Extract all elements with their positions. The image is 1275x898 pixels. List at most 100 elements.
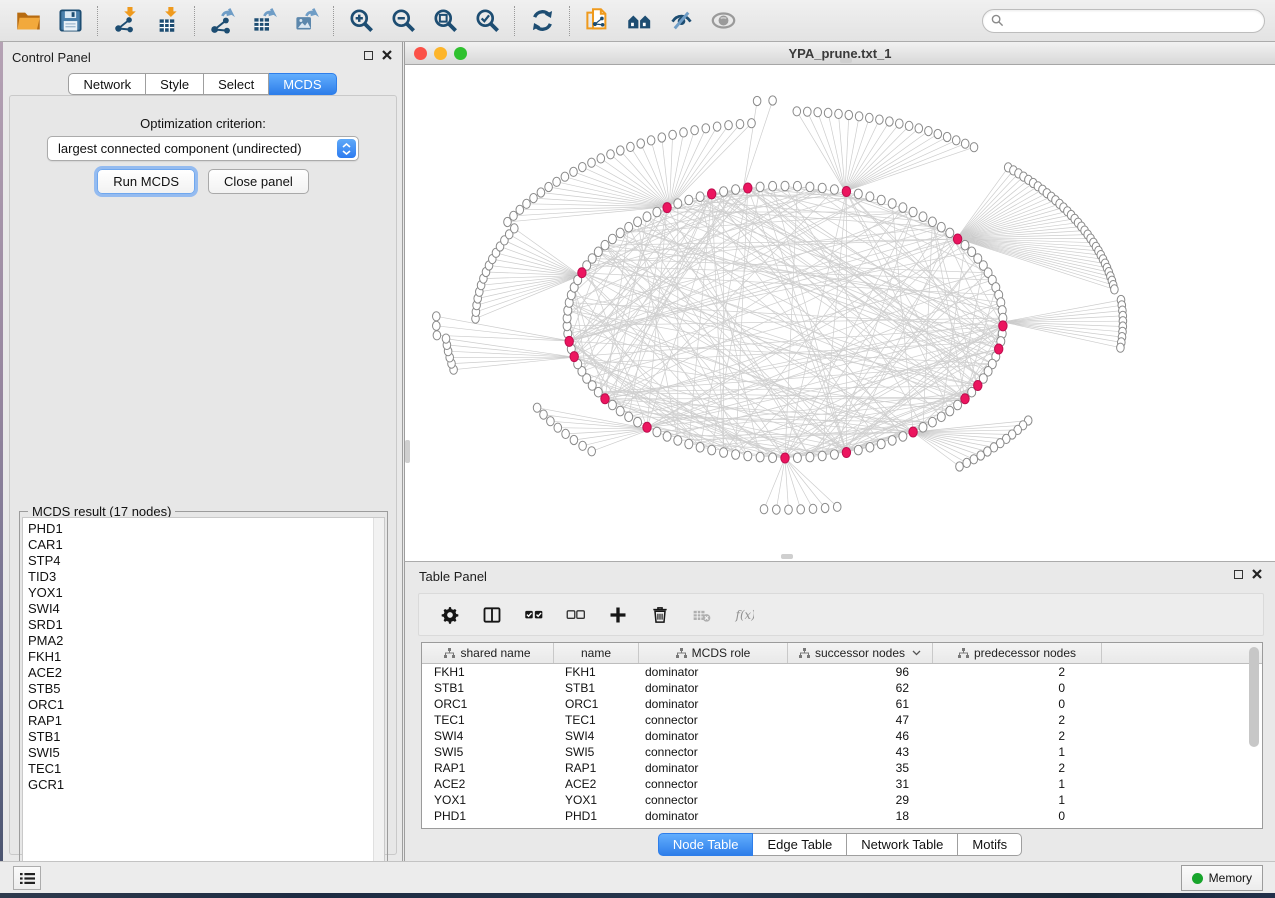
mcds-node-item[interactable]: SWI5 — [23, 745, 384, 761]
result-list-scrollbar[interactable] — [373, 518, 384, 871]
close-panel-button[interactable]: Close panel — [208, 169, 309, 194]
cell-successor-nodes: 43 — [788, 744, 933, 760]
table-row[interactable]: STB1STB1dominator620 — [422, 680, 1262, 696]
mcds-node-item[interactable]: STB5 — [23, 681, 384, 697]
cell-successor-nodes: 47 — [788, 712, 933, 728]
delete-columns-button[interactable] — [647, 602, 673, 628]
network-overview-button[interactable] — [621, 4, 657, 38]
export-network-button[interactable] — [204, 4, 240, 38]
table-row[interactable]: YOX1YOX1connector291 — [422, 792, 1262, 808]
cell-successor-nodes: 29 — [788, 792, 933, 808]
table-body: FKH1FKH1dominator962STB1STB1dominator620… — [422, 664, 1262, 824]
float-panel-icon[interactable] — [1234, 570, 1243, 579]
table-panel-title: Table Panel — [419, 569, 487, 584]
hide-graphics-details-button[interactable] — [663, 4, 699, 38]
tab-select[interactable]: Select — [204, 73, 269, 95]
mcds-node-item[interactable]: CAR1 — [23, 537, 384, 553]
save-session-button[interactable] — [52, 4, 88, 38]
cell-name: FKH1 — [554, 664, 639, 680]
mcds-node-item[interactable]: SWI4 — [23, 601, 384, 617]
column-header-shared-name[interactable]: shared name — [422, 643, 554, 663]
mcds-node-item[interactable]: PMA2 — [23, 633, 384, 649]
zoom-out-button[interactable] — [385, 4, 421, 38]
export-table-button[interactable] — [246, 4, 282, 38]
mcds-node-item[interactable]: TEC1 — [23, 761, 384, 777]
toolbar-separator — [333, 6, 334, 36]
table-row[interactable]: FKH1FKH1dominator962 — [422, 664, 1262, 680]
mcds-node-item[interactable]: SRD1 — [23, 617, 384, 633]
tab-mcds[interactable]: MCDS — [269, 73, 336, 95]
create-column-button[interactable] — [605, 602, 631, 628]
memory-label: Memory — [1209, 871, 1252, 885]
close-panel-icon[interactable] — [1252, 569, 1262, 579]
table-row[interactable]: ACE2ACE2connector311 — [422, 776, 1262, 792]
select-all-rows-button[interactable] — [521, 602, 547, 628]
column-header-predecessor-nodes[interactable]: predecessor nodes — [933, 643, 1102, 663]
table-row[interactable]: ORC1ORC1dominator610 — [422, 696, 1262, 712]
open-file-button[interactable] — [10, 4, 46, 38]
cell-shared-name: ORC1 — [422, 696, 554, 712]
save-session-icon — [57, 7, 84, 34]
splitter-grip-top[interactable] — [840, 58, 852, 63]
network-view-canvas[interactable] — [404, 65, 1275, 561]
column-header-successor-nodes[interactable]: successor nodes — [788, 643, 933, 663]
mcds-node-item[interactable]: FKH1 — [23, 649, 384, 665]
zoom-selected-button[interactable] — [469, 4, 505, 38]
mcds-node-item[interactable]: YOX1 — [23, 585, 384, 601]
network-graph[interactable] — [405, 65, 1274, 559]
show-graphics-details-button[interactable] — [705, 4, 741, 38]
refresh-view-button[interactable] — [524, 4, 560, 38]
show-columns-button[interactable] — [479, 602, 505, 628]
mcds-node-item[interactable]: ORC1 — [23, 697, 384, 713]
task-history-button[interactable] — [13, 866, 41, 890]
table-scrollbar-thumb[interactable] — [1249, 647, 1259, 747]
table-row[interactable]: TEC1TEC1connector472 — [422, 712, 1262, 728]
tab-network[interactable]: Network — [68, 73, 146, 95]
search-input[interactable] — [1009, 14, 1256, 28]
export-image-button[interactable] — [288, 4, 324, 38]
run-mcds-button[interactable]: Run MCDS — [97, 169, 195, 194]
mcds-node-item[interactable]: ACE2 — [23, 665, 384, 681]
import-table-button[interactable] — [149, 4, 185, 38]
mcds-node-item[interactable]: STB1 — [23, 729, 384, 745]
svg-text:f(x): f(x) — [735, 608, 754, 622]
cell-shared-name: ACE2 — [422, 776, 554, 792]
table-row[interactable]: SWI5SWI5connector431 — [422, 744, 1262, 760]
tab-edge-table[interactable]: Edge Table — [753, 833, 847, 856]
share-document-button[interactable] — [579, 4, 615, 38]
table-row[interactable]: SWI4SWI4dominator462 — [422, 728, 1262, 744]
mcds-result-list[interactable]: PHD1CAR1STP4TID3YOX1SWI4SRD1PMA2FKH1ACE2… — [22, 517, 385, 872]
deselect-all-rows-button[interactable] — [563, 602, 589, 628]
column-header-name[interactable]: name — [554, 643, 639, 663]
cell-shared-name: PHD1 — [422, 808, 554, 824]
mcds-node-item[interactable]: PHD1 — [23, 521, 384, 537]
control-panel-tabs: NetworkStyleSelectMCDS — [3, 73, 402, 95]
table-panel-tabs: Node TableEdge TableNetwork TableMotifs — [405, 833, 1275, 856]
zoom-fit-button[interactable] — [427, 4, 463, 38]
tab-style[interactable]: Style — [146, 73, 204, 95]
zoom-in-button[interactable] — [343, 4, 379, 38]
table-row[interactable]: RAP1RAP1dominator352 — [422, 760, 1262, 776]
cytoscape-window: Control Panel NetworkStyleSelectMCDS Opt… — [0, 0, 1275, 898]
column-header-MCDS-role[interactable]: MCDS role — [639, 643, 788, 663]
mcds-node-item[interactable]: GCR1 — [23, 777, 384, 793]
mcds-node-item[interactable]: STP4 — [23, 553, 384, 569]
search-field[interactable] — [982, 9, 1265, 33]
import-network-button[interactable] — [107, 4, 143, 38]
tab-node-table[interactable]: Node Table — [658, 833, 754, 856]
mcds-node-item[interactable]: RAP1 — [23, 713, 384, 729]
table-row[interactable]: PHD1PHD1dominator180 — [422, 808, 1262, 824]
memory-button[interactable]: Memory — [1181, 865, 1263, 891]
cell-predecessor-nodes: 2 — [933, 664, 1102, 680]
table-options-gear-button[interactable] — [437, 602, 463, 628]
float-panel-icon[interactable] — [364, 51, 373, 60]
splitter-grip-bottom[interactable] — [781, 554, 793, 559]
cell-predecessor-nodes: 2 — [933, 712, 1102, 728]
close-panel-icon[interactable] — [382, 50, 392, 60]
tab-motifs[interactable]: Motifs — [958, 833, 1022, 856]
criterion-dropdown[interactable]: largest connected component (undirected) — [47, 136, 359, 161]
splitter-grip-left[interactable] — [405, 440, 410, 463]
deselect-all-rows-icon — [566, 605, 586, 625]
mcds-node-item[interactable]: TID3 — [23, 569, 384, 585]
tab-network-table[interactable]: Network Table — [847, 833, 958, 856]
